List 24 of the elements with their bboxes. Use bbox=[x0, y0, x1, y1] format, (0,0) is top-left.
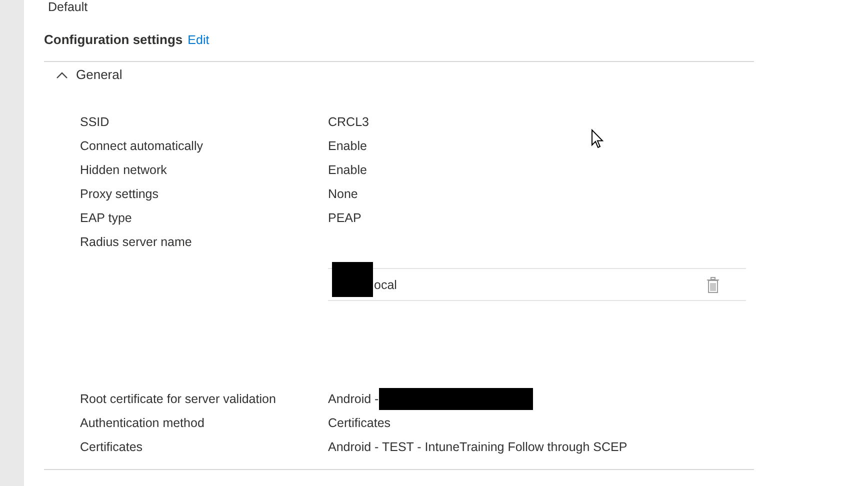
setting-label: Authentication method bbox=[80, 416, 206, 430]
setting-label: Proxy settings bbox=[80, 187, 160, 201]
setting-value: None bbox=[328, 187, 358, 201]
default-value: Default bbox=[48, 0, 89, 15]
setting-value: Enable bbox=[328, 163, 367, 177]
setting-value: CRCL3 bbox=[328, 115, 369, 129]
setting-value: Android - bbox=[328, 392, 379, 406]
mouse-pointer-icon bbox=[591, 129, 604, 149]
trash-icon[interactable] bbox=[707, 276, 719, 292]
edit-link[interactable]: Edit bbox=[188, 33, 210, 47]
setting-label: Connect automatically bbox=[80, 139, 204, 153]
setting-label: Hidden network bbox=[80, 163, 168, 177]
setting-value: Certificates bbox=[328, 416, 391, 430]
general-group-header[interactable]: General bbox=[44, 62, 122, 78]
section-title: Configuration settings bbox=[44, 32, 183, 47]
setting-label: Root certificate for server validation bbox=[80, 392, 277, 406]
setting-value: Android - TEST - IntuneTraining Follow through SCEP bbox=[328, 440, 628, 454]
setting-label: Radius server name bbox=[80, 235, 193, 249]
setting-value: PEAP bbox=[328, 211, 362, 225]
list-item-value: ocal bbox=[374, 278, 397, 292]
setting-label: EAP type bbox=[80, 211, 133, 225]
setting-label: SSID bbox=[80, 115, 110, 129]
setting-label: Certificates bbox=[80, 440, 144, 454]
setting-value: Enable bbox=[328, 139, 367, 153]
